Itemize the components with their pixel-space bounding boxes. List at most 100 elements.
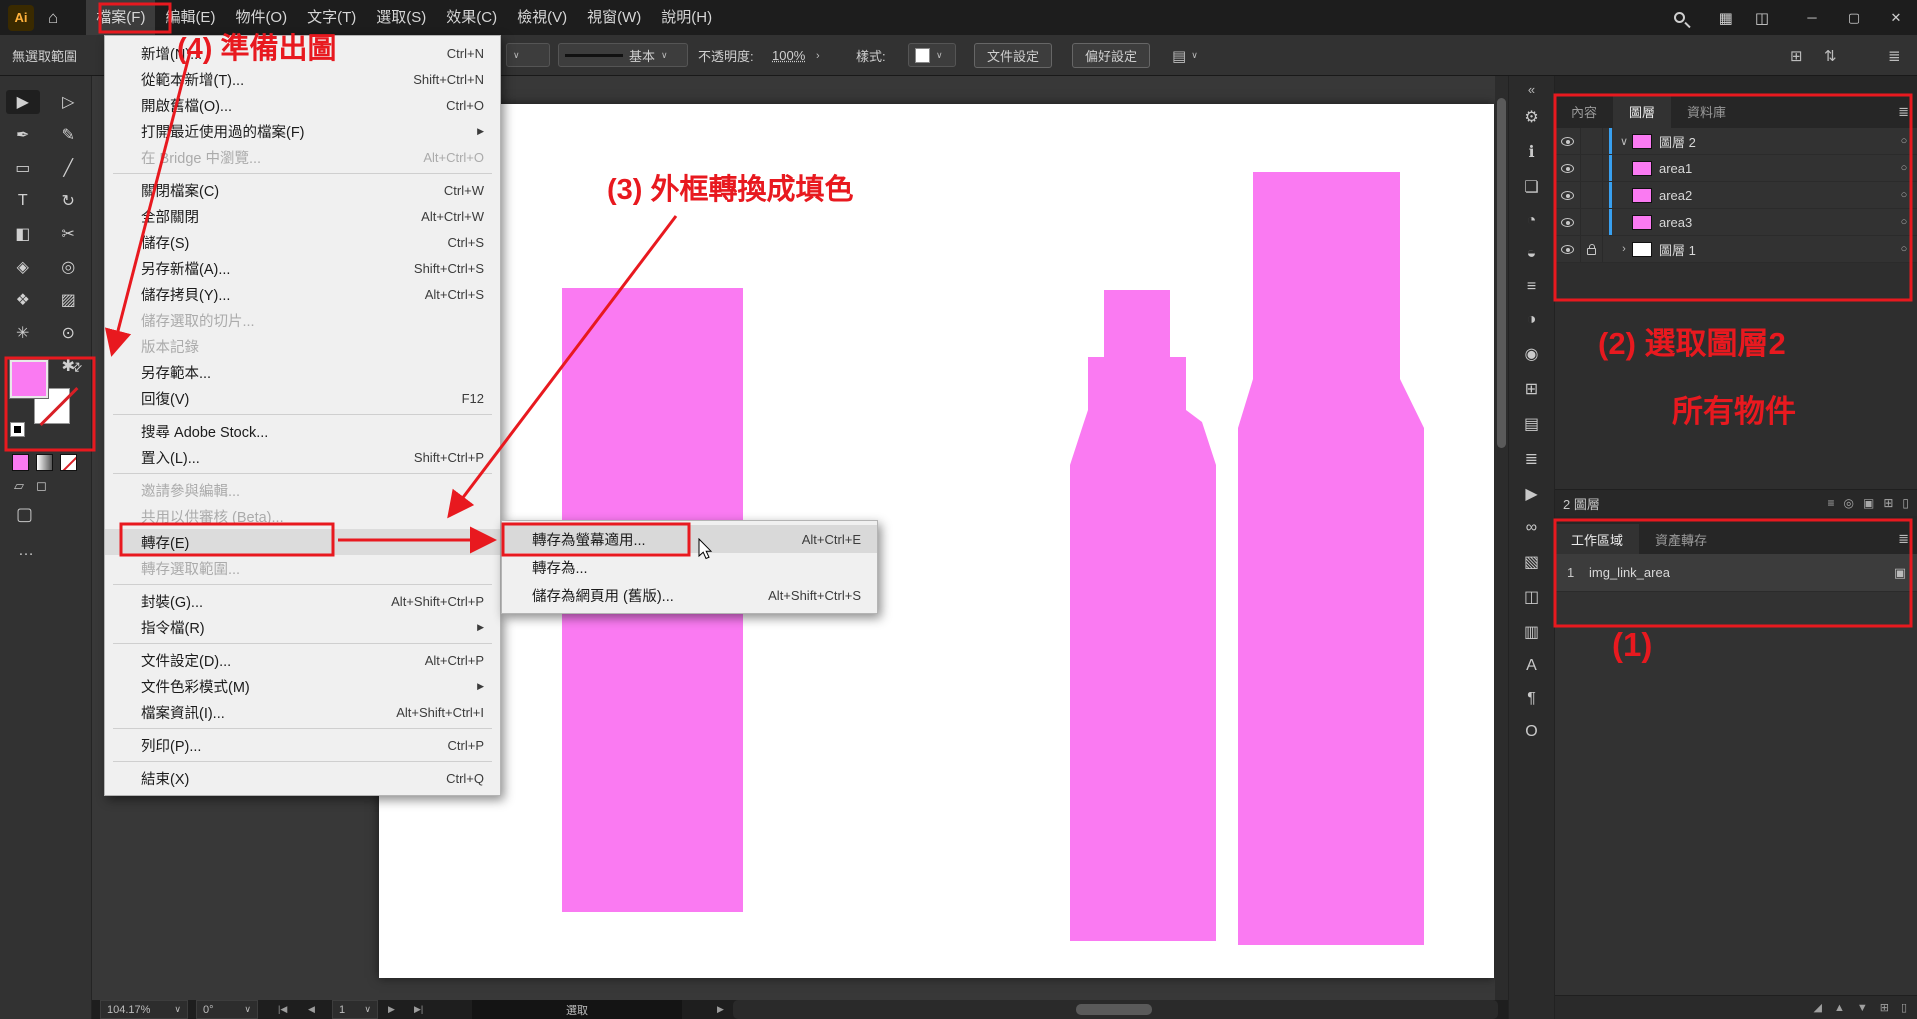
menu-item-place[interactable]: 置入(L)...Shift+Ctrl+P xyxy=(105,444,500,470)
visibility-eye-icon[interactable] xyxy=(1555,209,1581,235)
horizontal-scrollbar[interactable] xyxy=(733,1000,1498,1019)
lock-toggle[interactable] xyxy=(1581,209,1603,235)
arrange-icon[interactable]: ⇅ xyxy=(1824,35,1837,76)
artboard-row[interactable]: 1 img_link_area ▣ xyxy=(1555,554,1917,592)
lock-icon[interactable] xyxy=(1581,236,1603,262)
minimize-button[interactable]: ─ xyxy=(1791,0,1833,35)
tab-artboards[interactable]: 工作區域 xyxy=(1555,524,1639,554)
brush-definition-dropdown[interactable]: 基本 ∨ xyxy=(558,43,688,67)
layer-thumbnail[interactable] xyxy=(1632,161,1652,176)
menu-select[interactable]: 選取(S) xyxy=(366,0,436,35)
menu-item-open-recent[interactable]: 打開最近使用過的檔案(F)▶ xyxy=(105,118,500,144)
gradient-button[interactable] xyxy=(36,454,53,471)
vertical-scrollbar-thumb[interactable] xyxy=(1497,98,1506,448)
next-artboard-icon[interactable]: ▶ xyxy=(388,1000,395,1019)
tab-properties[interactable]: 內容 xyxy=(1555,95,1613,128)
info-panel-icon[interactable]: ℹ xyxy=(1517,142,1547,162)
shape-mode-icon[interactable]: ▱ xyxy=(14,478,24,494)
menu-help[interactable]: 說明(H) xyxy=(651,0,722,35)
pattern-panel-icon[interactable]: ⊞ xyxy=(1517,379,1547,399)
opacity-value[interactable]: 100% xyxy=(772,35,805,76)
swatches-panel-icon[interactable]: ▥ xyxy=(1517,622,1547,642)
resize-grip-icon[interactable]: ◢ xyxy=(1813,1001,1821,1014)
scissors-tool[interactable]: ✂ xyxy=(51,222,85,246)
eraser-tool[interactable]: ◧ xyxy=(6,222,40,246)
opentype-panel-icon[interactable]: O xyxy=(1517,723,1547,741)
transform-panel-icon[interactable]: ❏ xyxy=(1517,177,1547,197)
none-button[interactable] xyxy=(60,454,77,471)
menu-item-save-a-copy[interactable]: 儲存拷貝(Y)...Alt+Ctrl+S xyxy=(105,281,500,307)
lock-toggle[interactable] xyxy=(1581,155,1603,181)
lock-toggle[interactable] xyxy=(1581,182,1603,208)
zoom-tool[interactable]: ⊙ xyxy=(51,321,85,345)
gradient-tool[interactable]: ▨ xyxy=(51,288,85,312)
target-circle-icon[interactable]: ○ xyxy=(1891,135,1917,147)
tab-layers[interactable]: 圖層 xyxy=(1613,95,1671,128)
artwork-bottle-large[interactable] xyxy=(1238,172,1424,945)
menu-item-save-as-template[interactable]: 另存範本... xyxy=(105,359,500,385)
type-tool[interactable]: T xyxy=(6,189,40,213)
menu-item-document-setup[interactable]: 文件設定(D)...Alt+Ctrl+P xyxy=(105,647,500,673)
delete-layer-icon[interactable]: ▯ xyxy=(1902,496,1909,510)
touch-workspace-icon[interactable]: ⊞ xyxy=(1790,35,1803,76)
menu-item-file-info[interactable]: 檔案資訊(I)...Alt+Shift+Ctrl+I xyxy=(105,699,500,725)
close-button[interactable]: ✕ xyxy=(1875,0,1917,35)
menu-item-save-as[interactable]: 另存新檔(A)...Shift+Ctrl+S xyxy=(105,255,500,281)
layer-row-area2[interactable]: area2 ○ xyxy=(1555,182,1917,209)
target-circle-icon[interactable]: ○ xyxy=(1891,216,1917,228)
menu-item-export-for-screens[interactable]: 轉存為螢幕適用...Alt+Ctrl+E xyxy=(502,525,877,553)
artboard-icon[interactable]: ▣ xyxy=(1883,565,1917,581)
layer-thumbnail[interactable] xyxy=(1632,134,1652,149)
move-up-icon[interactable]: ▲ xyxy=(1834,1002,1845,1014)
tab-asset-export[interactable]: 資產轉存 xyxy=(1639,524,1723,554)
stroke-weight-dropdown[interactable]: ∨ xyxy=(506,43,550,67)
layer-row-layer1[interactable]: › 圖層 1 ○ xyxy=(1555,236,1917,263)
draw-mode-button[interactable]: ▢ xyxy=(16,504,33,525)
new-artboard-icon[interactable]: ⊞ xyxy=(1880,1001,1889,1014)
preferences-button[interactable]: 偏好設定 xyxy=(1072,43,1150,68)
menu-item-close[interactable]: 關閉檔案(C)Ctrl+W xyxy=(105,177,500,203)
move-down-icon[interactable]: ▼ xyxy=(1857,1002,1868,1014)
layer-thumbnail[interactable] xyxy=(1632,188,1652,203)
pathfinder-panel-icon[interactable]: ◔ xyxy=(1517,212,1547,230)
visibility-eye-icon[interactable] xyxy=(1555,236,1581,262)
visibility-eye-icon[interactable] xyxy=(1555,182,1581,208)
edit-toolbar-button[interactable]: … xyxy=(18,542,36,560)
tab-libraries[interactable]: 資料庫 xyxy=(1671,95,1742,128)
asset-export-panel-icon[interactable]: ◫ xyxy=(1517,587,1547,607)
zoom-level-dropdown[interactable]: 104.17% ∨ xyxy=(100,1000,188,1019)
visibility-eye-icon[interactable] xyxy=(1555,155,1581,181)
control-panel-menu-icon[interactable]: ≣ xyxy=(1888,35,1901,76)
search-icon[interactable] xyxy=(1674,12,1685,23)
target-circle-icon[interactable]: ○ xyxy=(1891,243,1917,255)
artwork-bottle-small[interactable] xyxy=(1070,290,1216,941)
links-panel-icon[interactable]: ∞ xyxy=(1517,519,1547,537)
color-button[interactable] xyxy=(12,454,29,471)
layer-name[interactable]: 圖層 1 xyxy=(1659,240,1891,259)
workspace-switcher-icon[interactable]: ▦ xyxy=(1719,9,1733,27)
collect-layers-icon[interactable]: ≡ xyxy=(1827,496,1834,510)
default-fill-stroke-icon[interactable] xyxy=(10,422,25,437)
chevron-down-icon[interactable]: ∨ xyxy=(1616,135,1632,148)
selection-tool[interactable]: ▶ xyxy=(6,90,40,114)
image-trace-panel-icon[interactable]: ▧ xyxy=(1517,552,1547,572)
chevron-right-icon[interactable]: › xyxy=(1616,243,1632,255)
panel-menu-icon[interactable]: ≣ xyxy=(1898,524,1909,554)
first-artboard-icon[interactable]: |◀ xyxy=(278,1000,287,1019)
actions-panel-icon[interactable]: ▶ xyxy=(1517,484,1547,504)
menu-item-new-from-template[interactable]: 從範本新增(T)...Shift+Ctrl+N xyxy=(105,66,500,92)
artboards-panel-icon[interactable]: ▤ xyxy=(1517,414,1547,434)
document-setup-button[interactable]: 文件設定 xyxy=(974,43,1052,68)
fill-swatch[interactable] xyxy=(10,360,48,398)
menu-edit[interactable]: 編輯(E) xyxy=(155,0,225,35)
artboard-number-dropdown[interactable]: 1 ∨ xyxy=(332,1000,378,1019)
stroke-panel-icon[interactable]: ≡ xyxy=(1517,278,1547,296)
horizontal-scrollbar-thumb[interactable] xyxy=(1076,1004,1152,1015)
menu-item-close-all[interactable]: 全部關閉Alt+Ctrl+W xyxy=(105,203,500,229)
menu-item-new[interactable]: 新增(N)...Ctrl+N xyxy=(105,40,500,66)
menu-type[interactable]: 文字(T) xyxy=(297,0,366,35)
align-panel-icon[interactable]: ≣ xyxy=(1517,449,1547,469)
layer-thumbnail[interactable] xyxy=(1632,215,1652,230)
layer-row-layer2[interactable]: ∨ 圖層 2 ○ xyxy=(1555,128,1917,155)
opacity-label[interactable]: 不透明度: xyxy=(698,35,754,76)
